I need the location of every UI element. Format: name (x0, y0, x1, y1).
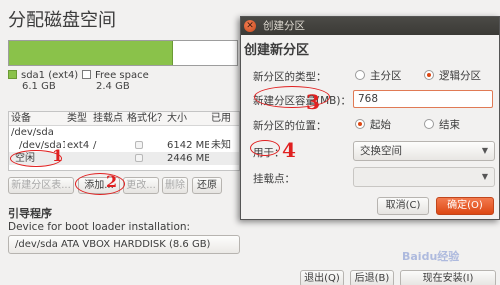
legend-free-size: 2.4 GB (96, 81, 130, 92)
format-checkbox[interactable] (135, 154, 143, 162)
mount-point-select[interactable]: ▼ (353, 167, 495, 187)
partition-type-label: 新分区的类型： (253, 71, 327, 83)
delete-partition-button[interactable]: 删除 (162, 177, 188, 194)
create-partition-dialog: ✕ 创建分区 创建新分区 新分区的类型： 主分区 逻辑分区 新建分区容量(MB)… (240, 16, 500, 220)
cell-format (125, 152, 165, 165)
partition-location-label: 新分区的位置： (253, 120, 327, 132)
new-partition-table-button[interactable]: 新建分区表... (8, 177, 74, 194)
close-icon[interactable]: ✕ (244, 20, 256, 32)
annotation-number: 3 (306, 90, 320, 114)
bootloader-device-value: /dev/sda ATA VBOX HARDDISK (8.6 GB) (15, 239, 211, 250)
quit-button[interactable]: 退出(Q) (300, 270, 344, 285)
legend-partition-label: sda1 (ext4) (21, 70, 79, 81)
cell-type: ext4 (67, 140, 90, 151)
legend-partition: sda1 (ext4) 6.1 GB (8, 70, 78, 92)
partition-fill (9, 41, 174, 65)
annotation-circle (250, 140, 280, 156)
revert-button[interactable]: 还原 (192, 177, 222, 194)
cell-type (65, 152, 91, 165)
legend-partition-size: 6.1 GB (22, 81, 56, 92)
dialog-heading: 创建新分区 (244, 43, 310, 58)
partition-size-value: 768 (358, 93, 379, 105)
annotation-circle (75, 173, 125, 195)
annotation-number: 4 (282, 138, 296, 162)
bootloader-device-label: Device for boot loader installation: (8, 221, 191, 233)
dialog-window-title: 创建分区 (263, 20, 305, 32)
disk-usage-bar (8, 40, 238, 66)
watermark: Baidu经验 (402, 250, 460, 263)
chevron-down-icon: ▼ (481, 172, 488, 181)
cancel-button[interactable]: 取消(C) (377, 197, 429, 215)
bootloader-section-title: 引导程序 (8, 207, 52, 220)
chevron-down-icon: ▼ (481, 146, 488, 155)
cell-device: /dev/sda (11, 127, 54, 138)
col-mount[interactable]: 挂载点 (91, 112, 125, 125)
cell-mount (91, 152, 125, 165)
col-type[interactable]: 类型 (65, 112, 91, 125)
format-checkbox[interactable] (135, 141, 143, 149)
annotation-number: 1 (52, 146, 64, 165)
legend-free-label: Free space (95, 70, 149, 81)
use-as-select[interactable]: 交换空间 ▼ (353, 141, 495, 161)
col-size[interactable]: 大小 (165, 112, 209, 125)
dialog-titlebar[interactable]: ✕ 创建分区 (241, 17, 499, 35)
install-now-button[interactable]: 现在安装(I) (400, 270, 496, 285)
col-format[interactable]: 格式化？ (125, 112, 165, 125)
logical-partition-label[interactable]: 逻辑分区 (439, 68, 481, 83)
use-as-value: 交换空间 (360, 145, 402, 157)
location-end-label[interactable]: 结束 (439, 117, 460, 132)
partition-swatch (8, 70, 17, 79)
radio-location-start[interactable] (355, 119, 365, 129)
radio-location-end[interactable] (424, 119, 434, 129)
cell-format (125, 139, 165, 152)
table-row[interactable]: /dev/sda (9, 126, 239, 139)
col-used[interactable]: 已用 (209, 112, 239, 125)
free-swatch (82, 70, 91, 79)
primary-partition-label[interactable]: 主分区 (370, 68, 402, 83)
location-start-label[interactable]: 起始 (370, 117, 391, 132)
ok-button[interactable]: 确定(O) (436, 197, 494, 215)
bootloader-device-select[interactable]: /dev/sda ATA VBOX HARDDISK (8.6 GB) (8, 235, 240, 254)
col-device[interactable]: 设备 (9, 112, 65, 125)
cell-used: 未知 (211, 140, 231, 151)
annotation-number: 2 (106, 172, 118, 191)
cell-size: 2446 MB (167, 153, 209, 164)
legend-free: Free space 2.4 GB (82, 70, 149, 92)
cell-mount: / (93, 140, 97, 151)
mount-point-label: 挂载点： (253, 173, 295, 185)
radio-primary-partition[interactable] (355, 70, 365, 80)
cell-size: 6142 MB (167, 140, 209, 151)
back-button[interactable]: 后退(B) (350, 270, 394, 285)
page-title: 分配磁盘空间 (8, 10, 116, 31)
table-header: 设备 类型 挂载点 格式化？ 大小 已用 (9, 112, 239, 126)
partition-size-input[interactable]: 768 (353, 90, 493, 108)
change-partition-button[interactable]: 更改... (123, 177, 159, 194)
radio-logical-partition[interactable] (424, 70, 434, 80)
